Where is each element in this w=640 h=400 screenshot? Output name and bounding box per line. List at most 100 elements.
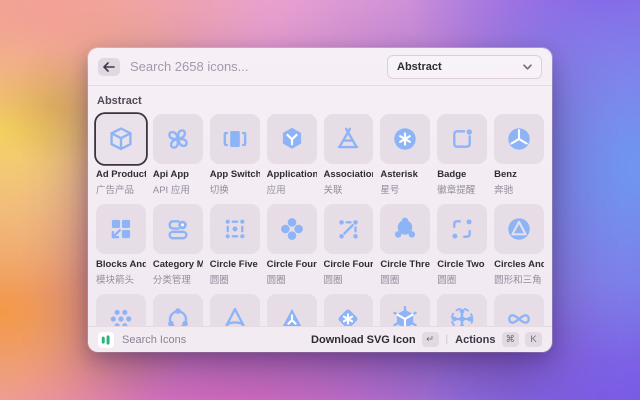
- search-input[interactable]: Search 2658 icons...: [130, 59, 249, 74]
- circle-five-lines-icon: [220, 214, 250, 244]
- icon-cell-circle-two-lines[interactable]: Circle Two L... 圆圈: [437, 204, 487, 286]
- icon-tile: [153, 294, 203, 326]
- api-app-icon: [163, 124, 193, 154]
- circle-two-lines-icon: [447, 214, 477, 244]
- results-area: Abstract Ad Product 广告产品: [88, 86, 552, 326]
- icon-tile: [324, 204, 374, 254]
- icon-tile: [153, 114, 203, 164]
- icon-cell-api-app[interactable]: Api App API 应用: [153, 114, 203, 196]
- icon-tile: [153, 204, 203, 254]
- icon-tile: [494, 294, 544, 326]
- dots-cross-icon: [447, 304, 477, 326]
- icon-name: Blocks And...: [96, 259, 146, 270]
- icon-tile: [380, 114, 430, 164]
- icon-name: Application...: [267, 169, 317, 180]
- icon-name-zh: 圆圈: [437, 272, 487, 286]
- icon-tile: [380, 204, 430, 254]
- icon-tile: [324, 114, 374, 164]
- blocks-and-arrows-icon: [106, 214, 136, 244]
- icon-cell-infinity[interactable]: [494, 294, 544, 326]
- circles-and-triangles-icon: [504, 214, 534, 244]
- icon-name: Circle Four: [267, 259, 317, 270]
- actions-menu[interactable]: Actions: [455, 334, 495, 346]
- app-switch-icon: [220, 124, 250, 154]
- icon-cell-orbit-nodes[interactable]: [153, 294, 203, 326]
- icon-tile: [437, 114, 487, 164]
- icon-cell-dots-cross[interactable]: [437, 294, 487, 326]
- icon-cell-circle-four-lines[interactable]: Circle Four... 圆圈: [324, 204, 374, 286]
- icon-name-zh: 关联: [324, 182, 374, 196]
- back-button[interactable]: [98, 58, 120, 76]
- icon-cell-cone[interactable]: [210, 294, 260, 326]
- icon-tile: [267, 294, 317, 326]
- section-header: Abstract: [97, 95, 544, 107]
- icon-name-zh: 奔驰: [494, 182, 544, 196]
- icon-cell-circle-three[interactable]: Circle Three 圆圈: [380, 204, 430, 286]
- circle-four-icon: [277, 214, 307, 244]
- icon-tile: [210, 294, 260, 326]
- asterisk-icon: [390, 124, 420, 154]
- icon-cell-dots-cluster[interactable]: [96, 294, 146, 326]
- icon-tile: [96, 294, 146, 326]
- icon-name: Circle Four...: [324, 259, 374, 270]
- icon-cell-diamond-asterisk[interactable]: [324, 294, 374, 326]
- download-svg-action[interactable]: Download SVG Icon: [311, 334, 416, 346]
- association-icon: [333, 124, 363, 154]
- icon-cell-circle-five[interactable]: Circle Five L... 圆圈: [210, 204, 260, 286]
- icon-name-zh: 分类管理: [153, 272, 203, 286]
- circle-four-lines-icon: [333, 214, 363, 244]
- icon-tile: [494, 204, 544, 254]
- icon-name: Category M...: [153, 259, 203, 270]
- icon-grid: Ad Product 广告产品 Api App API 应用: [96, 114, 544, 326]
- icon-tile: [267, 114, 317, 164]
- icon-cell-triangle-y[interactable]: [267, 294, 317, 326]
- icon-name-zh: API 应用: [153, 182, 203, 196]
- icon-name-zh: 徽章提醒: [437, 182, 487, 196]
- icon-name: Association: [324, 169, 374, 180]
- enter-key-badge: ↵: [422, 332, 439, 347]
- icon-cell-application[interactable]: Application... 应用: [267, 114, 317, 196]
- icon-search-window: Search 2658 icons... Abstract Abstract: [88, 48, 552, 352]
- infinity-icon: [504, 304, 534, 326]
- icon-cell-ad-product[interactable]: Ad Product 广告产品: [96, 114, 146, 196]
- icon-cell-cube-spikes[interactable]: [380, 294, 430, 326]
- desktop-background: Search 2658 icons... Abstract Abstract: [0, 0, 640, 400]
- icon-tile: [267, 204, 317, 254]
- k-key-badge: K: [525, 332, 542, 347]
- icon-name: Asterisk: [380, 169, 430, 180]
- back-arrow-icon: [103, 62, 115, 72]
- icon-cell-blocks-and-arrows[interactable]: Blocks And... 模块箭头: [96, 204, 146, 286]
- application-icon: [277, 124, 307, 154]
- icon-tile: [96, 114, 146, 164]
- icon-cell-category-management[interactable]: Category M... 分类管理: [153, 204, 203, 286]
- footer-divider: |: [446, 334, 449, 345]
- dropdown-value: Abstract: [397, 61, 442, 73]
- icon-name-zh: 圆圈: [324, 272, 374, 286]
- icon-tile: [324, 294, 374, 326]
- action-bar: Search Icons Download SVG Icon ↵ | Actio…: [88, 326, 552, 352]
- icon-name-zh: 模块箭头: [96, 272, 146, 286]
- icon-cell-asterisk[interactable]: Asterisk 星号: [380, 114, 430, 196]
- icon-name-zh: 广告产品: [96, 182, 146, 196]
- icon-tile: [210, 204, 260, 254]
- icon-name: Api App: [153, 169, 203, 180]
- category-dropdown[interactable]: Abstract: [387, 55, 542, 79]
- icon-tile: [494, 114, 544, 164]
- icon-name: Circle Two L...: [437, 259, 487, 270]
- icon-name: Benz: [494, 169, 544, 180]
- icon-name-zh: 圆圈: [210, 272, 260, 286]
- icon-cell-circle-four[interactable]: Circle Four 圆圈: [267, 204, 317, 286]
- icon-name-zh: 切换: [210, 182, 260, 196]
- circle-three-icon: [390, 214, 420, 244]
- app-name: Search Icons: [122, 334, 186, 346]
- icon-cell-circles-and-triangles[interactable]: Circles And... 圆形和三角: [494, 204, 544, 286]
- icon-cell-benz[interactable]: Benz 奔驰: [494, 114, 544, 196]
- cmd-key-badge: ⌘: [502, 332, 520, 347]
- icon-tile: [380, 294, 430, 326]
- ad-product-icon: [106, 124, 136, 154]
- category-management-icon: [163, 214, 193, 244]
- icon-cell-app-switch[interactable]: App Switch 切换: [210, 114, 260, 196]
- icon-name-zh: 圆圈: [380, 272, 430, 286]
- icon-cell-association[interactable]: Association 关联: [324, 114, 374, 196]
- icon-cell-badge[interactable]: Badge 徽章提醒: [437, 114, 487, 196]
